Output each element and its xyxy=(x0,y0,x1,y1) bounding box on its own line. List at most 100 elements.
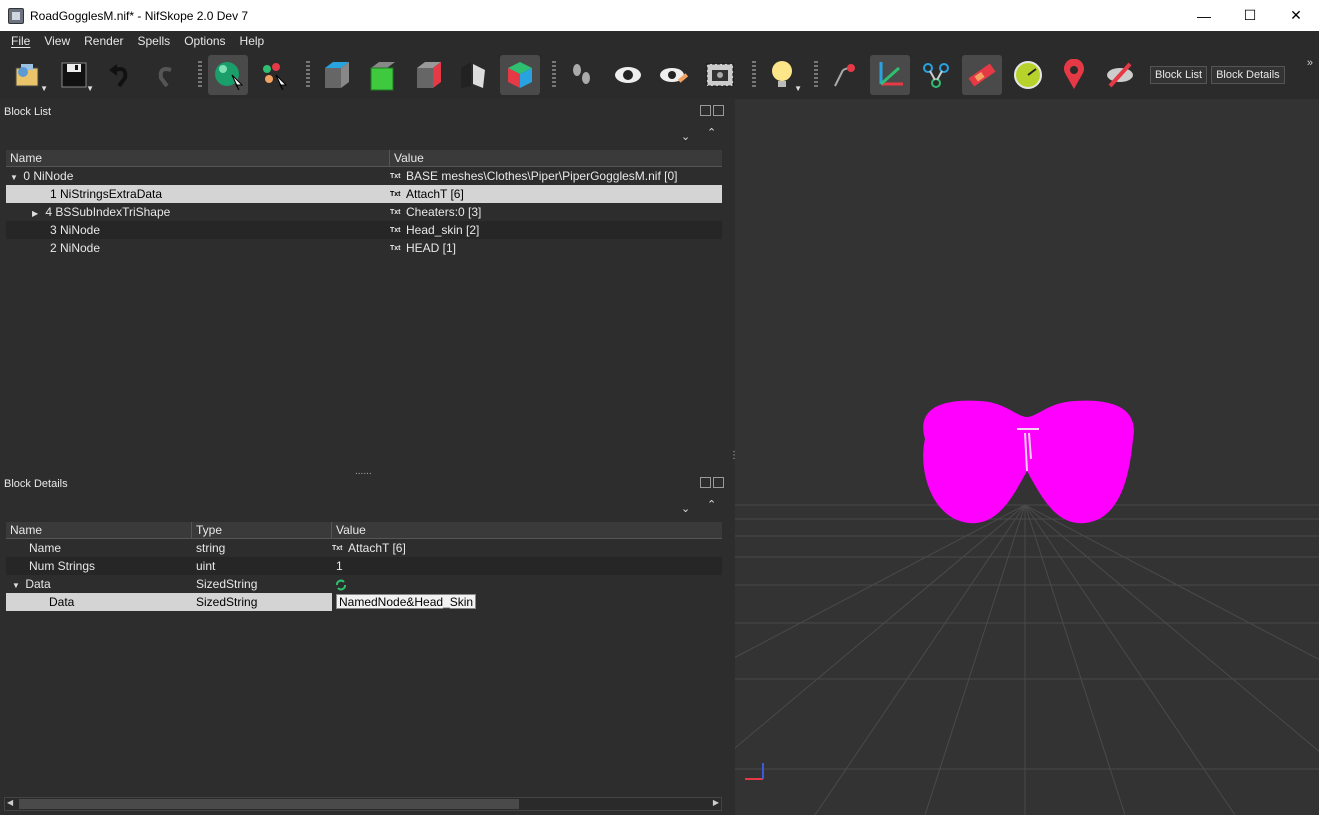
minimize-button[interactable]: — xyxy=(1181,0,1227,31)
menu-bar: File View Render Spells Options Help xyxy=(0,31,1319,51)
collapse-all-icon[interactable]: ⌃ xyxy=(707,126,716,139)
menu-view[interactable]: View xyxy=(37,34,77,48)
close-button[interactable]: ✕ xyxy=(1273,0,1319,31)
toolbar-grip[interactable] xyxy=(752,61,756,89)
expand-all-icon[interactable]: ⌄ xyxy=(681,502,690,515)
menu-render[interactable]: Render xyxy=(77,34,130,48)
scroll-right-icon[interactable]: ▶ xyxy=(713,798,719,807)
block-details-title: Block Details xyxy=(4,478,68,490)
show-nodes-button[interactable] xyxy=(916,55,956,95)
close-panel-icon[interactable] xyxy=(713,105,724,116)
scroll-left-icon[interactable]: ◀ xyxy=(7,798,13,807)
show-edited-button[interactable] xyxy=(654,55,694,95)
detail-row[interactable]: Num Strings uint 1 xyxy=(6,557,722,575)
menu-file[interactable]: File xyxy=(4,34,37,48)
tree-row[interactable]: 3 NiNode Txt Head_skin [2] xyxy=(6,221,722,239)
block-list-button[interactable]: Block List xyxy=(1150,66,1208,84)
axis-gizmo xyxy=(745,763,764,780)
dropdown-arrow-icon: ▼ xyxy=(40,84,48,93)
save-button[interactable]: ▼ xyxy=(54,55,94,95)
field-value[interactable]: 1 xyxy=(336,559,343,573)
show-collision-button[interactable] xyxy=(962,55,1002,95)
float-panel-icon[interactable] xyxy=(700,477,711,488)
tree-row[interactable]: 1 NiStringsExtraData Txt AttachT [6] xyxy=(6,185,722,203)
lighting-button[interactable]: ▼ xyxy=(762,55,802,95)
text-type-icon: Txt xyxy=(332,544,343,552)
hide-marker-button[interactable] xyxy=(1100,55,1140,95)
show-markers-button[interactable] xyxy=(1054,55,1094,95)
app-icon xyxy=(8,7,24,24)
column-header-name[interactable]: Name xyxy=(6,149,390,167)
ground-grid xyxy=(735,504,1319,815)
maximize-button[interactable]: ☐ xyxy=(1227,0,1273,31)
tree-row[interactable]: ▼ 0 NiNode Txt BASE meshes\Clothes\Piper\… xyxy=(6,167,722,185)
panel-splitter-handle[interactable]: ...... xyxy=(355,466,372,477)
column-header-type[interactable]: Type xyxy=(192,521,332,539)
eye-icon xyxy=(615,67,641,83)
show-hidden-button[interactable] xyxy=(608,55,648,95)
detail-row[interactable]: Data SizedString NamedNode&Head_Skin xyxy=(6,593,722,611)
screenshot-button[interactable] xyxy=(700,55,740,95)
undo-button[interactable] xyxy=(100,55,140,95)
cube-front-icon xyxy=(370,62,395,91)
collapse-all-icon[interactable]: ⌃ xyxy=(707,498,716,511)
block-value: Cheaters:0 [3] xyxy=(406,205,482,219)
expand-arrow-icon[interactable]: ▼ xyxy=(10,169,20,185)
walk-mode-button[interactable] xyxy=(562,55,602,95)
camera-icon xyxy=(706,63,734,87)
vertex-pin-icon xyxy=(834,64,855,87)
toolbar-grip[interactable] xyxy=(814,61,818,89)
select-object-button[interactable] xyxy=(208,55,248,95)
field-name: Num Strings xyxy=(29,559,96,573)
tree-row[interactable]: ▶ 4 BSSubIndexTriShape Txt Cheaters:0 [3] xyxy=(6,203,722,221)
redo-button[interactable] xyxy=(146,55,186,95)
toolbar-grip[interactable] xyxy=(306,61,310,89)
field-type: uint xyxy=(196,559,216,573)
field-name: Name xyxy=(29,541,62,555)
column-header-value[interactable]: Value xyxy=(332,522,722,539)
view-front-button[interactable] xyxy=(362,55,402,95)
expand-arrow-icon[interactable]: ▼ xyxy=(12,577,22,593)
view-user-button[interactable] xyxy=(454,55,494,95)
show-constraints-button[interactable] xyxy=(1008,55,1048,95)
value-edit-field[interactable]: NamedNode&Head_Skin xyxy=(336,594,477,609)
column-header-value[interactable]: Value xyxy=(390,150,722,167)
footprints-icon xyxy=(573,64,590,84)
detail-row[interactable]: ▼ Data SizedString xyxy=(6,575,722,593)
array-update-icon[interactable] xyxy=(334,578,348,592)
menu-options[interactable]: Options xyxy=(177,34,232,48)
open-file-button[interactable]: ▼ xyxy=(8,55,48,95)
color-cube-icon xyxy=(508,62,532,88)
menu-spells[interactable]: Spells xyxy=(131,34,178,48)
horizontal-scrollbar[interactable]: ◀ ▶ xyxy=(4,797,722,811)
menu-help[interactable]: Help xyxy=(233,34,272,48)
toolbar-overflow-icon[interactable]: » xyxy=(1307,57,1313,69)
field-type: SizedString xyxy=(196,595,258,609)
scrollbar-thumb[interactable] xyxy=(19,799,519,809)
show-vertices-button[interactable] xyxy=(824,55,864,95)
block-name: 0 NiNode xyxy=(23,169,74,183)
view-side-button[interactable] xyxy=(408,55,448,95)
float-panel-icon[interactable] xyxy=(700,105,711,116)
cube-side-icon xyxy=(417,62,441,88)
tree-row[interactable]: 2 NiNode Txt HEAD [1] xyxy=(6,239,722,257)
detail-row[interactable]: Name string Txt AttachT [6] xyxy=(6,539,722,557)
block-name: 3 NiNode xyxy=(50,223,101,237)
view-top-button[interactable] xyxy=(316,55,356,95)
expand-arrow-icon[interactable]: ▶ xyxy=(32,205,42,221)
block-details-tree[interactable]: Name Type Value Name string Txt AttachT [… xyxy=(6,521,722,611)
text-type-icon: Txt xyxy=(390,190,401,198)
view-walk-button[interactable] xyxy=(500,55,540,95)
block-details-button[interactable]: Block Details xyxy=(1211,66,1285,84)
show-axes-button[interactable] xyxy=(870,55,910,95)
toolbar-grip[interactable] xyxy=(552,61,556,89)
expand-all-icon[interactable]: ⌄ xyxy=(681,130,690,143)
render-viewport[interactable] xyxy=(735,99,1319,815)
field-value[interactable]: AttachT [6] xyxy=(348,541,406,555)
select-vertex-button[interactable] xyxy=(254,55,294,95)
toolbar-grip[interactable] xyxy=(198,61,202,89)
close-panel-icon[interactable] xyxy=(713,477,724,488)
column-header-name[interactable]: Name xyxy=(6,521,192,539)
block-list-tree[interactable]: Name Value ▼ 0 NiNode Txt BASE meshes\Clo… xyxy=(6,149,722,257)
field-name: Data xyxy=(25,577,51,591)
